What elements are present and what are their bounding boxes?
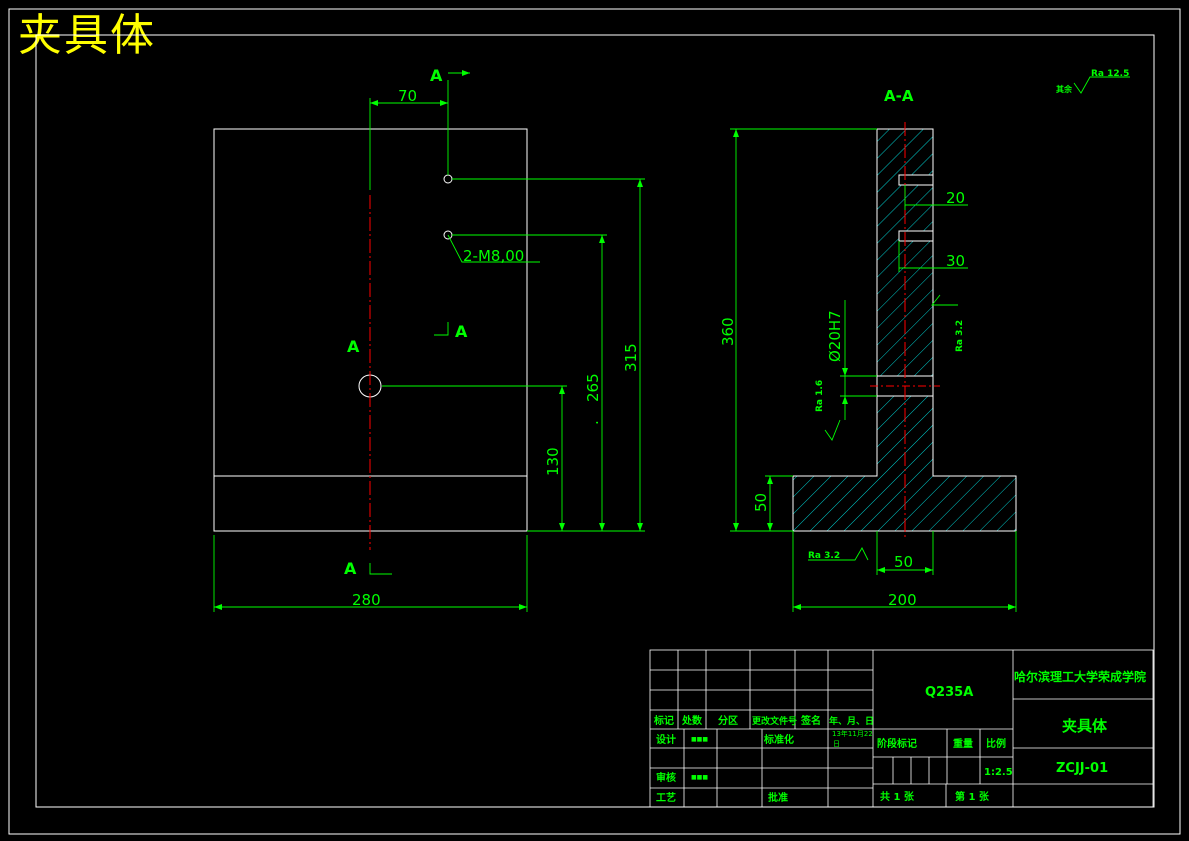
tb-r-process: 工艺 <box>656 791 676 804</box>
dim-360: 360 <box>719 317 737 346</box>
tb-sheets-total: 共 1 张 <box>880 790 915 803</box>
tb-h-doc: 更改文件号 <box>752 715 797 727</box>
thread-gap-lower <box>899 231 933 241</box>
tb-school: 哈尔滨理工大学荣成学院 <box>1014 669 1146 684</box>
ra-general-note: 其余 <box>1056 84 1073 94</box>
tb-r-design: 设计 <box>656 733 676 746</box>
section-mark-top: A <box>430 66 443 85</box>
tb-date-value: 13年11月22 <box>832 729 873 738</box>
dim-70: 70 <box>398 87 417 105</box>
section-mark-mid-left: A <box>347 337 360 356</box>
dim-50-base: 50 <box>752 493 770 512</box>
tb-date-tail: 日 <box>833 740 840 748</box>
section-view: A-A 360 50 50 200 20 30 Ø20H7 Ra 3.2 Ra … <box>719 69 1130 612</box>
dim-30: 30 <box>946 252 965 270</box>
tb-drawing-no: ZCJJ-01 <box>1056 761 1108 776</box>
tb-h-date: 年、月、日 <box>829 715 874 727</box>
dim-50-web: 50 <box>894 553 913 571</box>
section-marks: A A A A <box>344 66 468 578</box>
drawing-canvas: 70 280 130 265 . 315 2-M8,00 A A A A A-A <box>8 8 1181 835</box>
ra-left: Ra 1.6 <box>815 380 825 412</box>
tb-h-zone: 分区 <box>718 714 738 727</box>
ra-right: Ra 3.2 <box>955 320 965 352</box>
tb-h-sign: 签名 <box>800 714 821 727</box>
thread-callout: 2-M8,00 <box>463 247 524 265</box>
dim-bore: Ø20H7 <box>826 310 844 362</box>
tb-scale: 1:2.5 <box>984 767 1013 778</box>
section-mark-mid-right: A <box>455 322 468 341</box>
ra-bottom: Ra 3.2 <box>808 551 840 561</box>
tb-h-mark: 标记 <box>653 714 674 727</box>
dim-200: 200 <box>888 591 917 609</box>
dim-130: 130 <box>544 447 562 476</box>
tb-stage: 阶段标记 <box>877 737 917 750</box>
section-arrowheads <box>733 129 1016 610</box>
section-title: A-A <box>884 87 914 105</box>
tb-weight: 重量 <box>953 737 973 750</box>
tb-sheet-no: 第 1 张 <box>955 790 990 803</box>
dim-20: 20 <box>946 189 965 207</box>
tb-scale-label: 比例 <box>986 737 1006 750</box>
tb-h-count: 处数 <box>681 714 703 727</box>
thread-hole-upper <box>443 174 453 184</box>
tb-reviewer: ■■■ <box>691 774 708 781</box>
tb-material: Q235A <box>925 685 973 700</box>
dim-315: 315 <box>622 343 640 372</box>
tb-r-standard: 标准化 <box>763 733 794 746</box>
dim-265: 265 <box>584 373 602 402</box>
tb-r-check: 审核 <box>656 771 676 784</box>
ra-general: Ra 12.5 <box>1091 69 1129 79</box>
thread-gap-upper <box>899 175 933 185</box>
tb-r-approve: 批准 <box>768 791 788 804</box>
dim-dot: . <box>584 420 602 425</box>
dim-280: 280 <box>352 591 381 609</box>
tb-part-name: 夹具体 <box>1062 717 1108 735</box>
section-mark-bottom: A <box>344 559 357 578</box>
front-arrowheads <box>214 70 643 610</box>
tb-designer: ■■■ <box>691 736 708 743</box>
